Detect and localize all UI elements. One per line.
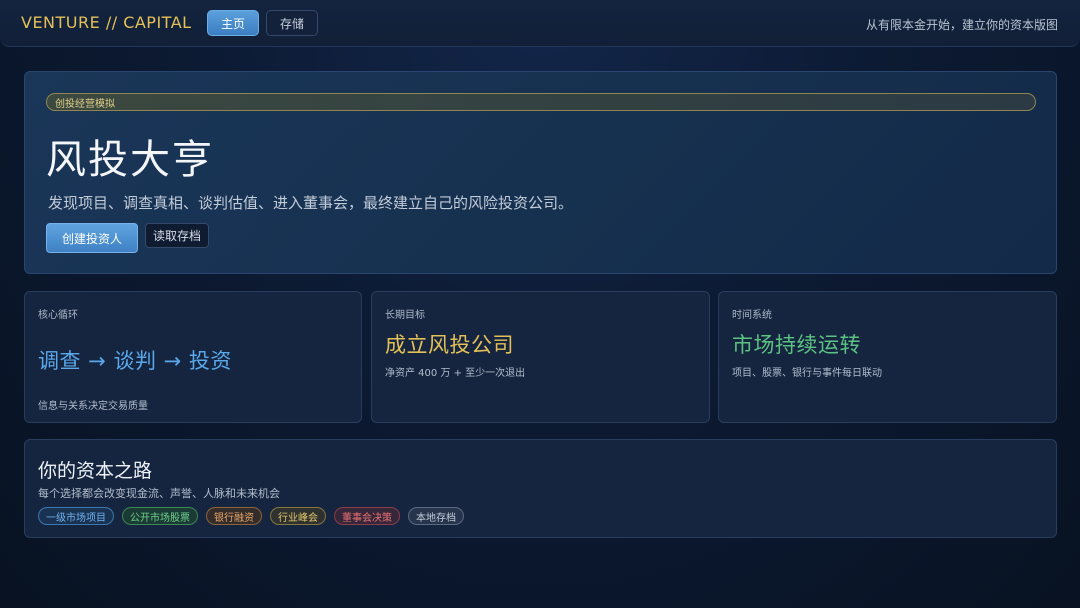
section-title: 你的资本之路 bbox=[38, 460, 153, 482]
card-subtext: 信息与关系决定交易质量 bbox=[38, 401, 148, 412]
card-headline: 市场持续运转 bbox=[732, 333, 861, 357]
tag-board-decisions: 董事会决策 bbox=[334, 507, 400, 525]
hero-panel: 创投经营模拟 风投大亨 发现项目、调查真相、谈判估值、进入董事会，最终建立自己的… bbox=[24, 71, 1057, 274]
tag-bank-financing: 银行融资 bbox=[206, 507, 262, 525]
nav-save-button[interactable]: 存储 bbox=[266, 10, 318, 36]
card-label: 核心循环 bbox=[38, 310, 78, 321]
create-investor-button[interactable]: 创建投资人 bbox=[46, 223, 138, 253]
header-tagline: 从有限本金开始，建立你的资本版图 bbox=[865, 18, 1058, 32]
card-headline: 成立风投公司 bbox=[385, 333, 514, 357]
capital-road-panel: 你的资本之路 每个选择都会改变现金流、声誉、人脉和未来机会 一级市场项目 公开市… bbox=[24, 439, 1057, 538]
card-long-term-goal: 长期目标 成立风投公司 净资产 400 万 + 至少一次退出 bbox=[371, 291, 710, 423]
tag-primary-market: 一级市场项目 bbox=[38, 507, 114, 525]
top-bar: VENTURE // CAPITAL 主页 存储 从有限本金开始，建立你的资本版… bbox=[0, 0, 1080, 47]
nav-home-button[interactable]: 主页 bbox=[207, 10, 259, 36]
tag-public-stocks: 公开市场股票 bbox=[122, 507, 198, 525]
card-subtext: 净资产 400 万 + 至少一次退出 bbox=[385, 368, 526, 379]
card-label: 时间系统 bbox=[732, 310, 772, 321]
card-time-system: 时间系统 市场持续运转 项目、股票、银行与事件每日联动 bbox=[718, 291, 1057, 423]
card-headline: 调查 → 谈判 → 投资 bbox=[38, 349, 232, 373]
load-save-button[interactable]: 读取存档 bbox=[145, 223, 209, 248]
hero-badge: 创投经营模拟 bbox=[46, 93, 1036, 111]
card-label: 长期目标 bbox=[385, 310, 425, 321]
card-core-loop: 核心循环 调查 → 谈判 → 投资 信息与关系决定交易质量 bbox=[24, 291, 362, 423]
tag-industry-summit: 行业峰会 bbox=[270, 507, 326, 525]
brand-logo: VENTURE // CAPITAL bbox=[21, 13, 192, 32]
page-title: 风投大亨 bbox=[46, 137, 214, 183]
card-subtext: 项目、股票、银行与事件每日联动 bbox=[732, 368, 882, 379]
feature-tags: 一级市场项目 公开市场股票 银行融资 行业峰会 董事会决策 本地存档 bbox=[38, 507, 464, 525]
hero-description: 发现项目、调查真相、谈判估值、进入董事会，最终建立自己的风险投资公司。 bbox=[48, 194, 574, 212]
section-subtitle: 每个选择都会改变现金流、声誉、人脉和未来机会 bbox=[38, 487, 280, 500]
tag-local-save: 本地存档 bbox=[408, 507, 464, 525]
